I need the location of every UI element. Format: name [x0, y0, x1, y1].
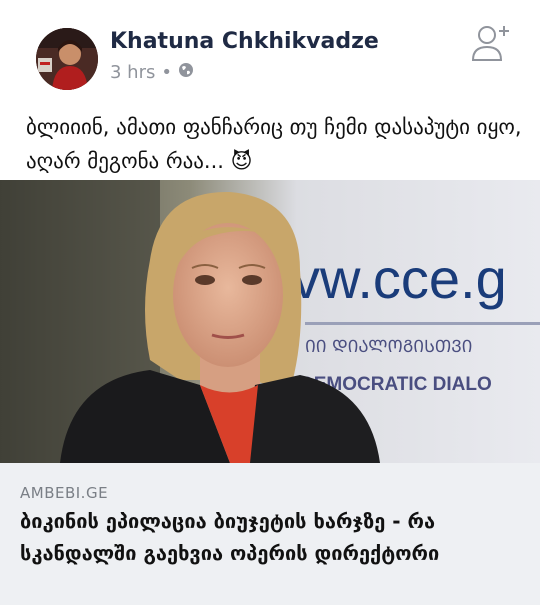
post-header: Khatuna Chkhikvadze 3 hrs •	[0, 0, 540, 96]
post-time[interactable]: 3 hrs	[110, 62, 155, 83]
meta-separator: •	[161, 62, 172, 83]
avatar[interactable]	[36, 28, 98, 90]
link-source: AMBEBI.GE	[20, 484, 109, 502]
link-headline[interactable]: ბიკინის ეპილაცია ბიუჯეტის ხარჯზე - რა სკ…	[20, 505, 525, 569]
banner-script: ᲘᲘ ᲓᲘᲐᲚᲝᲒᲘᲡᲗᲕᲘ	[305, 337, 472, 357]
person-plus-icon[interactable]	[470, 20, 512, 64]
globe-icon	[178, 62, 194, 83]
post-text: ბლიიინ, ამათი ფანჩარიც თუ ჩემი დასაპუტი …	[26, 115, 522, 173]
post-meta: 3 hrs •	[110, 62, 194, 83]
author-name[interactable]: Khatuna Chkhikvadze	[110, 29, 379, 54]
link-preview-image[interactable]: vw.cce.g ᲘᲘ ᲓᲘᲐᲚᲝᲒᲘᲡᲗᲕᲘ DEMOCRATIC DIALO	[0, 180, 540, 463]
sign-text: vw.cce.g	[292, 247, 507, 310]
